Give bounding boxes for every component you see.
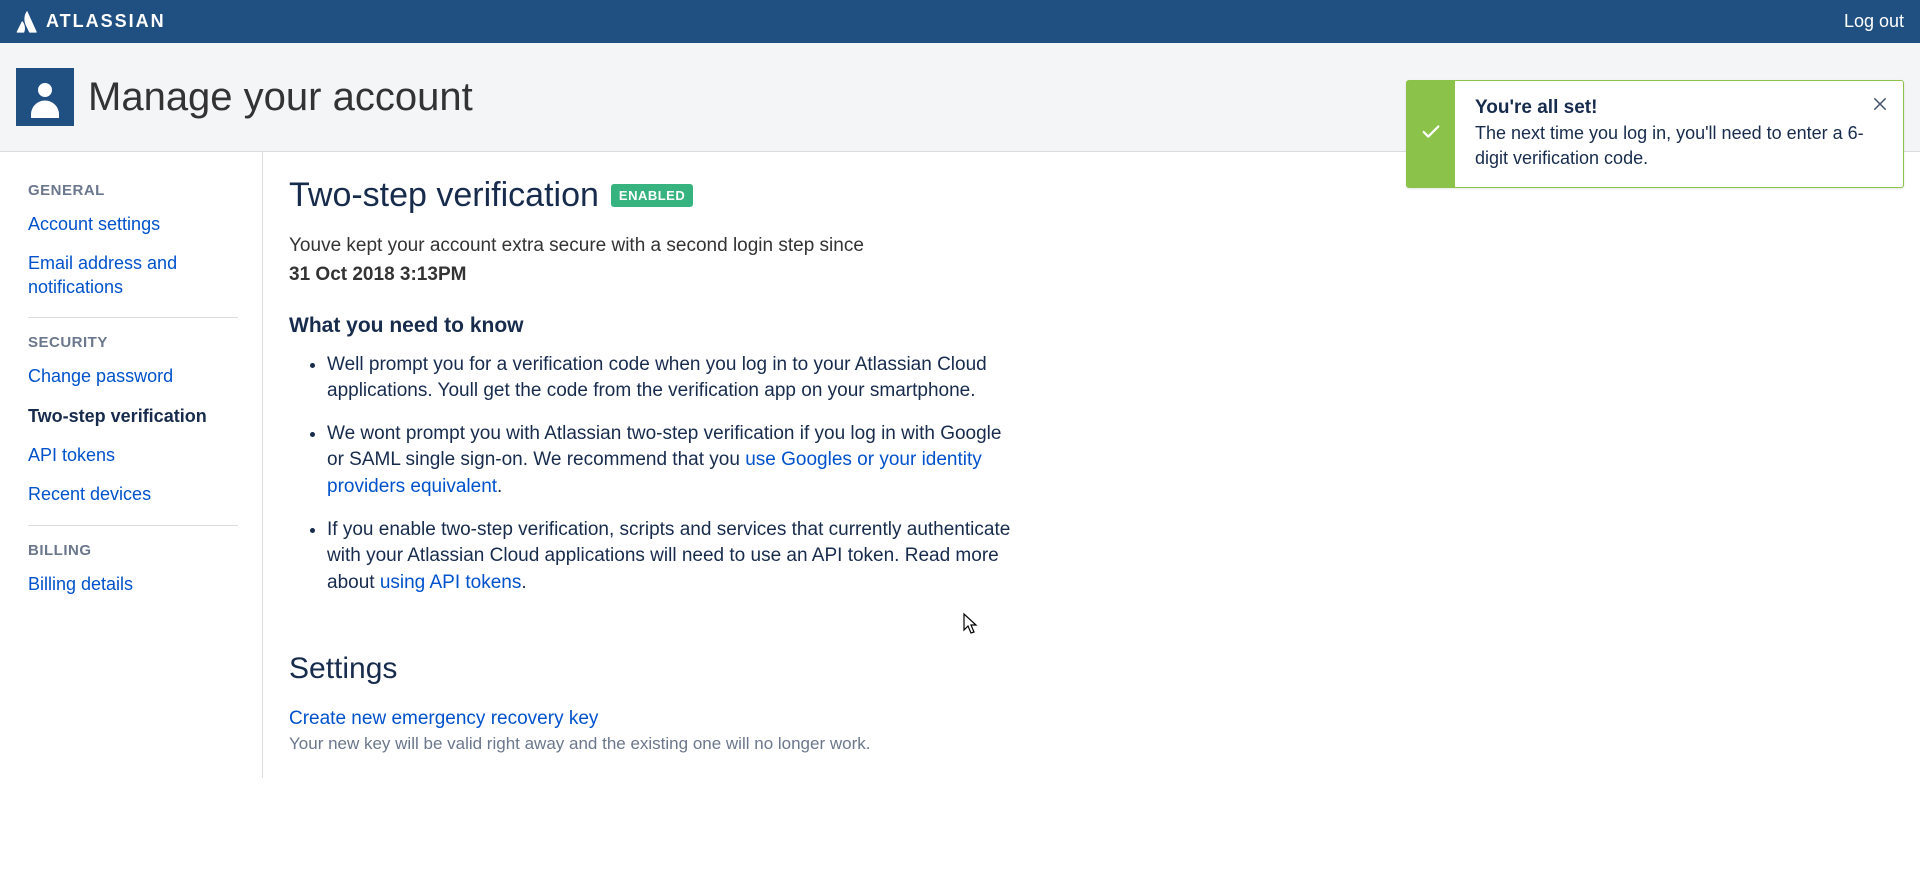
sidebar-item-api-tokens[interactable]: API tokens <box>16 436 262 475</box>
content-title: Two-step verification <box>289 176 599 215</box>
top-bar: ATLASSIAN Log out <box>0 0 1920 43</box>
sidebar-item-billing-details[interactable]: Billing details <box>16 565 262 604</box>
what-heading: What you need to know <box>289 314 1019 338</box>
close-icon <box>1871 95 1889 113</box>
avatar <box>16 68 74 126</box>
sidebar-item-two-step[interactable]: Two-step verification <box>16 397 262 436</box>
logout-link[interactable]: Log out <box>1844 11 1904 32</box>
sidebar: GENERAL Account settings Email address a… <box>0 152 263 778</box>
toast-title: You're all set! <box>1475 97 1889 119</box>
sidebar-item-recent-devices[interactable]: Recent devices <box>16 475 262 514</box>
toast-close-button[interactable] <box>1871 95 1889 113</box>
toast-message: The next time you log in, you'll need to… <box>1475 121 1889 171</box>
brand-logo[interactable]: ATLASSIAN <box>16 11 166 33</box>
page-title: Manage your account <box>88 75 473 120</box>
toast-accent <box>1407 81 1455 187</box>
check-icon <box>1420 121 1442 148</box>
divider <box>28 525 238 526</box>
divider <box>28 317 238 318</box>
success-toast: You're all set! The next time you log in… <box>1406 80 1904 188</box>
intro-text: Youve kept your account extra secure wit… <box>289 233 1019 260</box>
api-tokens-link[interactable]: using API tokens <box>380 572 522 593</box>
brand-name: ATLASSIAN <box>46 11 166 32</box>
info-item-2: We wont prompt you with Atlassian two-st… <box>327 421 1019 501</box>
info-list: Well prompt you for a verification code … <box>289 352 1019 597</box>
atlassian-icon <box>16 11 38 33</box>
sidebar-heading-billing: BILLING <box>16 536 262 565</box>
main-content: Two-step verification ENABLED Youve kept… <box>263 152 1043 778</box>
sidebar-item-change-password[interactable]: Change password <box>16 357 262 396</box>
sidebar-item-email-notifications[interactable]: Email address and notifications <box>16 244 262 307</box>
info-item-3: If you enable two-step verification, scr… <box>327 517 1019 597</box>
info-item-1: Well prompt you for a verification code … <box>327 352 1019 405</box>
sidebar-heading-security: SECURITY <box>16 328 262 357</box>
create-recovery-key-link[interactable]: Create new emergency recovery key <box>289 708 598 730</box>
settings-heading: Settings <box>289 652 1019 686</box>
status-badge: ENABLED <box>611 184 693 207</box>
intro-date: 31 Oct 2018 3:13PM <box>289 264 1019 286</box>
recovery-key-desc: Your new key will be valid right away an… <box>289 734 1019 754</box>
sidebar-item-account-settings[interactable]: Account settings <box>16 205 262 244</box>
sidebar-heading-general: GENERAL <box>16 176 262 205</box>
